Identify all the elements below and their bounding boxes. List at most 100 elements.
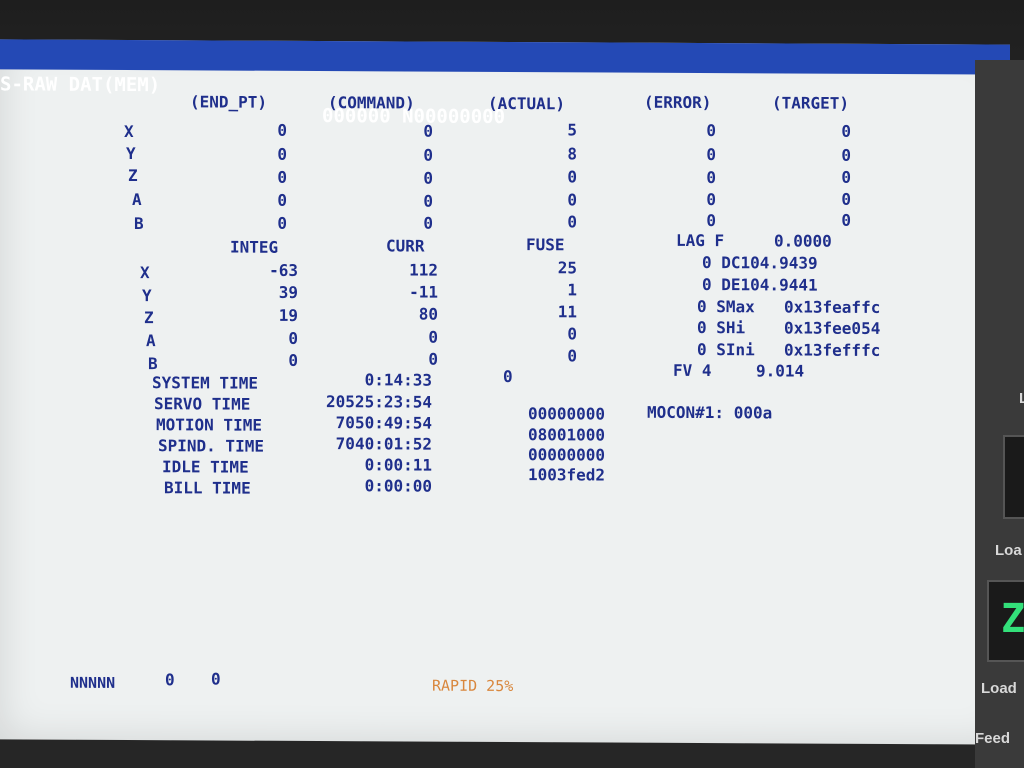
integ-x: -63	[269, 260, 298, 280]
shi-value: 0x13fee054	[784, 318, 881, 338]
title-bar: S-RAW DAT(MEM) 000000 N00000000	[0, 39, 1010, 128]
endpt-a: 0	[277, 190, 287, 210]
error-b: 0	[706, 211, 716, 231]
side-label-loa: Loa	[995, 542, 1022, 559]
header-error: (ERROR)	[644, 92, 712, 113]
axis2-label-x: X	[140, 263, 150, 283]
motion-time-value: 7050:49:54	[335, 413, 432, 433]
side-label-l: L	[1019, 390, 1024, 407]
fuse-z: 11	[557, 302, 577, 322]
error-x: 0	[706, 121, 716, 141]
endpt-y: 0	[277, 144, 287, 164]
motion-time-label: MOTION TIME	[156, 415, 262, 435]
fuse-x: 25	[557, 258, 577, 278]
lag-f-value: 0.0000	[774, 231, 832, 251]
bill-time-label: BILL TIME	[164, 478, 251, 498]
command-a: 0	[423, 191, 433, 211]
fuse-y: 1	[567, 280, 577, 300]
curr-y: -11	[409, 282, 438, 302]
system-time-label: SYSTEM TIME	[152, 373, 258, 393]
side-label-feed: Feed	[975, 730, 1011, 747]
sini-label: 0 SIni	[697, 340, 755, 360]
header-actual: (ACTUAL)	[488, 93, 566, 114]
curr-a: 0	[428, 327, 438, 347]
error-a: 0	[706, 190, 716, 210]
axis-label-y: Y	[126, 144, 136, 164]
fuse-a: 0	[567, 324, 577, 344]
sini-value: 0x13fefffc	[784, 340, 881, 360]
target-a: 0	[841, 189, 851, 209]
machine-side-panel: L Loa Z Load Feed	[975, 60, 1024, 768]
system-time-value: 0:14:33	[364, 370, 432, 390]
actual-a: 0	[567, 190, 577, 210]
hex-value-1: 00000000	[528, 404, 606, 424]
header-end-pt: (END_PT)	[190, 92, 268, 112]
axis-label-x: X	[124, 122, 134, 142]
bill-time-value: 0:00:00	[364, 476, 432, 496]
smax-value: 0x13feaffc	[784, 297, 881, 317]
endpt-x: 0	[277, 120, 287, 140]
axis2-label-z: Z	[144, 308, 154, 328]
axis-label-a: A	[132, 190, 142, 210]
actual-z: 0	[567, 167, 577, 187]
cnc-screen: S-RAW DAT(MEM) 000000 N00000000 (END_PT)…	[0, 39, 1010, 745]
integ-z: 19	[278, 305, 298, 325]
de-value: 0 DE104.9441	[702, 275, 818, 295]
header-command: (COMMAND)	[328, 93, 415, 113]
axis2-label-b: B	[148, 354, 158, 374]
integ-a: 0	[288, 328, 298, 348]
fv-label: FV 4	[673, 360, 712, 381]
side-display-upper	[1003, 435, 1024, 519]
curr-x: 112	[409, 260, 438, 280]
spind-time-value: 7040:01:52	[335, 434, 432, 454]
hex-value-4: 1003fed2	[528, 465, 606, 485]
screen-title: S-RAW DAT(MEM)	[0, 73, 161, 97]
curr-z: 80	[418, 304, 438, 324]
footer-value-2: 0	[211, 669, 221, 689]
target-z: 0	[841, 167, 851, 187]
load-digit: Z	[1001, 596, 1024, 642]
dc-value: 0 DC104.9439	[702, 253, 818, 273]
footer-nnnnn: NNNNN	[70, 673, 116, 692]
system-time-extra: 0	[503, 366, 513, 387]
axis-label-b: B	[134, 214, 144, 234]
header-fuse: FUSE	[526, 235, 565, 255]
header-integ: INTEG	[230, 237, 279, 257]
smax-label: 0 SMax	[697, 297, 755, 317]
footer-value-1: 0	[165, 670, 175, 690]
target-b: 0	[841, 210, 851, 230]
target-y: 0	[841, 145, 851, 165]
actual-x: 5	[567, 120, 577, 140]
fv-value: 9.014	[756, 361, 805, 381]
header-target: (TARGET)	[772, 93, 850, 113]
actual-b: 0	[567, 212, 577, 232]
hex-value-3: 00000000	[528, 445, 606, 465]
header-curr: CURR	[386, 236, 425, 256]
command-y: 0	[423, 145, 433, 165]
axis-label-z: Z	[128, 166, 138, 186]
endpt-z: 0	[277, 167, 287, 187]
load-display: Z	[987, 580, 1024, 662]
fuse-b: 0	[567, 346, 577, 366]
shi-label: 0 SHi	[697, 318, 746, 338]
integ-b: 0	[288, 350, 298, 370]
axis2-label-y: Y	[142, 286, 152, 306]
hex-value-2: 08001000	[528, 425, 606, 445]
curr-b: 0	[428, 349, 438, 369]
command-b: 0	[423, 213, 433, 233]
spind-time-label: SPIND. TIME	[158, 436, 264, 456]
axis2-label-a: A	[146, 331, 156, 351]
error-z: 0	[706, 168, 716, 188]
integ-y: 39	[278, 282, 298, 302]
command-x: 0	[423, 121, 433, 141]
mocon-status: MOCON#1: 000a	[647, 402, 773, 423]
idle-time-label: IDLE TIME	[162, 457, 249, 477]
command-z: 0	[423, 168, 433, 188]
target-x: 0	[841, 121, 851, 141]
side-label-load: Load	[981, 680, 1017, 697]
error-y: 0	[706, 145, 716, 165]
actual-y: 8	[567, 144, 577, 164]
lag-f-label: LAG F	[676, 230, 725, 251]
servo-time-value: 20525:23:54	[326, 392, 432, 412]
servo-time-label: SERVO TIME	[154, 394, 251, 414]
